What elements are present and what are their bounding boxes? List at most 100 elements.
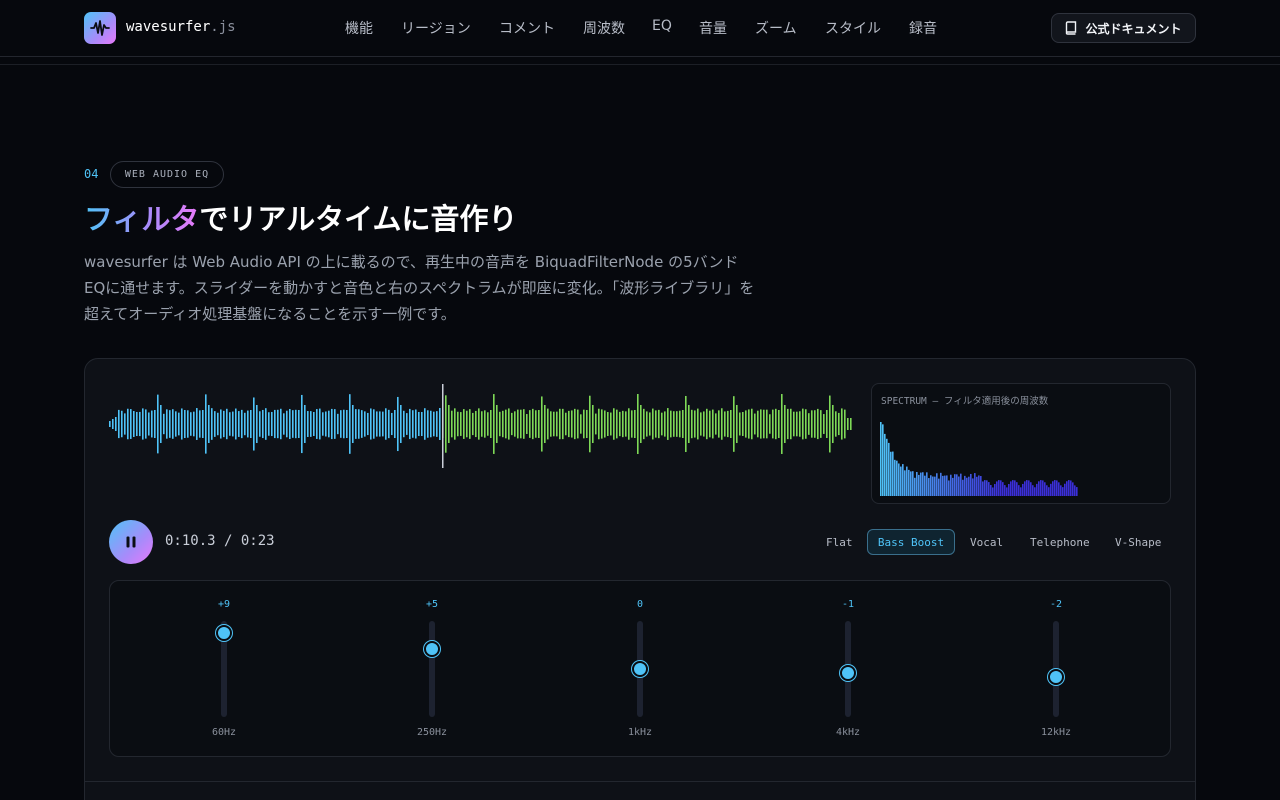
spectrum-bar: [900, 466, 902, 496]
playhead-cursor[interactable]: [442, 384, 444, 468]
waveform-bar: [328, 410, 330, 438]
slider-thumb[interactable]: [216, 625, 232, 641]
spectrum-bar: [1070, 480, 1072, 496]
band-slider-12khz[interactable]: [1048, 621, 1064, 717]
waveform-bar: [229, 412, 231, 436]
spectrum-bar: [1048, 487, 1050, 496]
waveform-bar: [682, 410, 684, 438]
docs-button[interactable]: 公式ドキュメント: [1051, 13, 1196, 43]
spectrum-bar: [912, 471, 914, 496]
waveform-bar: [613, 408, 615, 440]
waveform-bar: [181, 408, 183, 440]
spectrum-bar: [1040, 480, 1042, 496]
spectrum-bar: [978, 475, 980, 496]
spectrum-bar: [968, 476, 970, 496]
spectrum-bar: [884, 433, 886, 496]
slider-thumb[interactable]: [424, 641, 440, 657]
nav-item-features[interactable]: 機能: [345, 18, 373, 38]
spectrum-bar: [1022, 483, 1024, 496]
spectrum-bar: [1004, 485, 1006, 496]
waveform-bar: [211, 408, 213, 440]
nav-item-volume[interactable]: 音量: [699, 18, 727, 38]
waveform-bar: [514, 411, 516, 437]
waveform-bar: [133, 411, 135, 437]
nav-item-zoom[interactable]: ズーム: [755, 18, 797, 38]
preset-vocal[interactable]: Vocal: [960, 529, 1013, 555]
waveform-bar: [703, 411, 705, 437]
waveform-bar: [439, 408, 441, 440]
waveform-bar: [301, 394, 303, 454]
band-slider-1khz[interactable]: [632, 621, 648, 717]
waveform-bar: [205, 394, 207, 454]
waveform-bar: [676, 411, 678, 437]
waveform-bar: [118, 409, 120, 439]
waveform-bar: [766, 409, 768, 439]
waveform-bar: [364, 411, 366, 437]
waveform-bar: [448, 405, 450, 443]
spectrum-bar: [934, 476, 936, 496]
spectrum-bar: [892, 451, 894, 496]
waveform-bar: [718, 410, 720, 438]
nav-item-record[interactable]: 録音: [909, 18, 937, 38]
spectrum-bar: [992, 487, 994, 496]
spectrum-bar: [1024, 481, 1026, 496]
spectrum-bar: [928, 478, 930, 496]
band-freq-1khz: 1kHz: [627, 727, 653, 738]
waveform-bar: [487, 412, 489, 436]
waveform-bar: [787, 408, 789, 440]
waveform-bar: [559, 408, 561, 440]
nav-item-regions[interactable]: リージョン: [401, 18, 471, 38]
waveform-bar: [778, 410, 780, 438]
preset-telephone[interactable]: Telephone: [1020, 529, 1100, 555]
waveform-bar: [553, 411, 555, 437]
nav-item-frequency[interactable]: 周波数: [583, 18, 625, 38]
waveform-bar: [730, 410, 732, 438]
play-pause-button[interactable]: [109, 520, 153, 564]
waveform-bar: [574, 408, 576, 440]
waveform-bar: [661, 412, 663, 436]
waveform-bar: [298, 410, 300, 438]
preset-bass-boost[interactable]: Bass Boost: [867, 529, 955, 555]
waveform-bar: [160, 405, 162, 443]
spectrum-bar: [1072, 482, 1074, 496]
preset-flat[interactable]: Flat: [816, 529, 863, 555]
spectrum-bar: [1014, 480, 1016, 496]
band-gain-4khz: -1: [841, 599, 855, 610]
waveform-bar: [754, 413, 756, 435]
waveform-bar: [562, 408, 564, 440]
waveform-bar: [721, 408, 723, 440]
spectrum-bar: [1050, 483, 1052, 496]
waveform-bar: [799, 411, 801, 437]
spectrum-bar: [980, 475, 982, 496]
waveform-bar: [724, 411, 726, 437]
waveform-bar: [565, 412, 567, 436]
band-slider-60hz[interactable]: [216, 621, 232, 717]
waveform-bar: [340, 410, 342, 438]
spectrum-bar: [1018, 485, 1020, 496]
nav-item-eq[interactable]: EQ: [652, 18, 672, 34]
waveform-bar: [517, 409, 519, 439]
waveform-bar: [433, 411, 435, 437]
waveform-bar: [223, 410, 225, 438]
waveform-bar: [811, 410, 813, 438]
spectrum-bar: [950, 474, 952, 496]
waveform-bar: [709, 410, 711, 438]
nav-item-comments[interactable]: コメント: [499, 18, 555, 38]
band-slider-4khz[interactable]: [840, 621, 856, 717]
waveform-bar: [640, 405, 642, 443]
slider-thumb[interactable]: [1048, 669, 1064, 685]
spectrum-bar: [952, 477, 954, 496]
spectrum-bar: [924, 475, 926, 496]
band-slider-250hz[interactable]: [424, 621, 440, 717]
waveform[interactable]: [108, 384, 854, 468]
spectrum-bar: [1044, 482, 1046, 496]
waveform-bar: [166, 409, 168, 439]
slider-thumb[interactable]: [632, 661, 648, 677]
spectrum-bar: [944, 475, 946, 496]
waveform-bar: [814, 410, 816, 438]
nav-item-style[interactable]: スタイル: [825, 18, 881, 38]
spectrum-bar: [996, 481, 998, 496]
section-title-highlight: フィルタ: [84, 202, 200, 236]
preset-v-shape[interactable]: V-Shape: [1105, 529, 1171, 555]
slider-thumb[interactable]: [840, 665, 856, 681]
